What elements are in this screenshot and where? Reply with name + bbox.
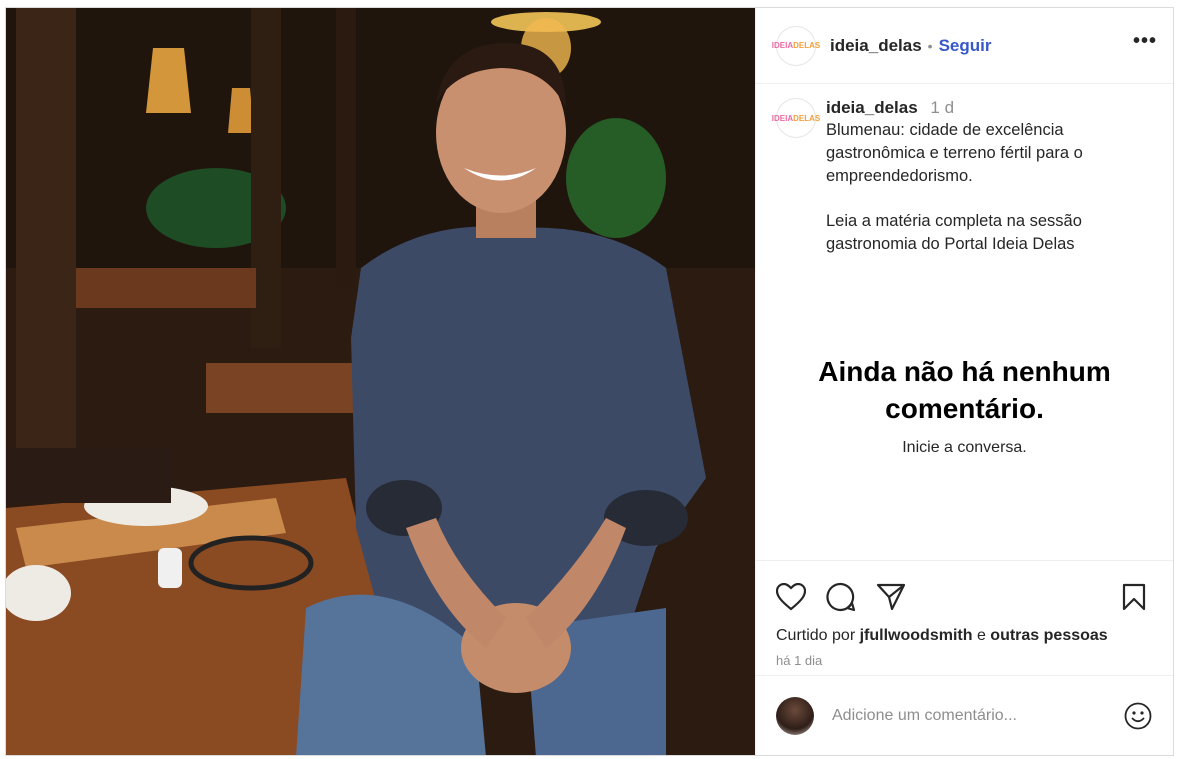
heart-icon[interactable] <box>776 582 806 612</box>
caption-body: ideia_delas 1 d Blumenau: cidade de exce… <box>826 98 1157 256</box>
likes-user[interactable]: jfullwoodsmith <box>860 627 973 644</box>
comment-icon[interactable] <box>826 582 856 612</box>
user-avatar <box>776 696 814 735</box>
logo-text-part2: DELAS <box>793 41 821 50</box>
caption-paragraph-1: Blumenau: cidade de excelência gastronôm… <box>826 121 1083 185</box>
action-bar <box>756 561 1173 617</box>
caption-top-line: ideia_delas 1 d <box>826 98 1157 118</box>
follow-button[interactable]: Seguir <box>939 36 992 56</box>
caption-time[interactable]: 1 d <box>930 98 954 117</box>
likes-others[interactable]: outras pessoas <box>990 627 1107 644</box>
comment-input[interactable] <box>832 706 1102 725</box>
header-username[interactable]: ideia_delas <box>830 36 922 56</box>
logo-text-part1: IDEIA <box>771 41 794 50</box>
likes-line: Curtido por jfullwoodsmith e outras pess… <box>756 617 1173 645</box>
restaurant-photo-illustration <box>6 8 755 755</box>
emoji-icon[interactable] <box>1123 701 1153 731</box>
comment-box <box>756 675 1173 755</box>
post-photo[interactable] <box>6 8 755 755</box>
logo-text-part1: IDEIA <box>771 113 794 123</box>
empty-comments-subtitle: Inicie a conversa. <box>902 439 1027 456</box>
empty-comments-title: Ainda não há nenhum comentário. <box>818 356 1111 424</box>
logo-text-part2: DELAS <box>793 113 821 123</box>
caption-avatar[interactable]: IDEIA DELAS <box>772 98 820 138</box>
caption-text: Blumenau: cidade de excelência gastronôm… <box>826 119 1157 256</box>
share-icon[interactable] <box>876 582 906 612</box>
actions-section: Curtido por jfullwoodsmith e outras pess… <box>756 560 1173 668</box>
separator-dot: • <box>927 37 933 54</box>
post-caption: IDEIA DELAS ideia_delas 1 d Blumenau: cid… <box>756 84 1173 256</box>
more-icon[interactable]: ••• <box>1133 30 1157 61</box>
side-panel: IDEIA DELAS ideia_delas • Seguir ••• IDEI… <box>755 8 1173 755</box>
profile-avatar[interactable]: IDEIA DELAS <box>772 25 820 66</box>
post-dialog: IDEIA DELAS ideia_delas • Seguir ••• IDEI… <box>5 7 1174 756</box>
post-date[interactable]: há 1 dia <box>756 645 1173 668</box>
empty-comments-state: Ainda não há nenhum comentário. Inicie a… <box>756 353 1173 457</box>
post-header: IDEIA DELAS ideia_delas • Seguir ••• <box>756 8 1173 84</box>
caption-paragraph-2: Leia a matéria completa na sessão gastro… <box>826 212 1082 253</box>
likes-connector: e <box>976 627 986 644</box>
caption-username[interactable]: ideia_delas <box>826 98 918 117</box>
likes-prefix: Curtido por <box>776 627 856 644</box>
bookmark-icon[interactable] <box>1119 582 1149 612</box>
